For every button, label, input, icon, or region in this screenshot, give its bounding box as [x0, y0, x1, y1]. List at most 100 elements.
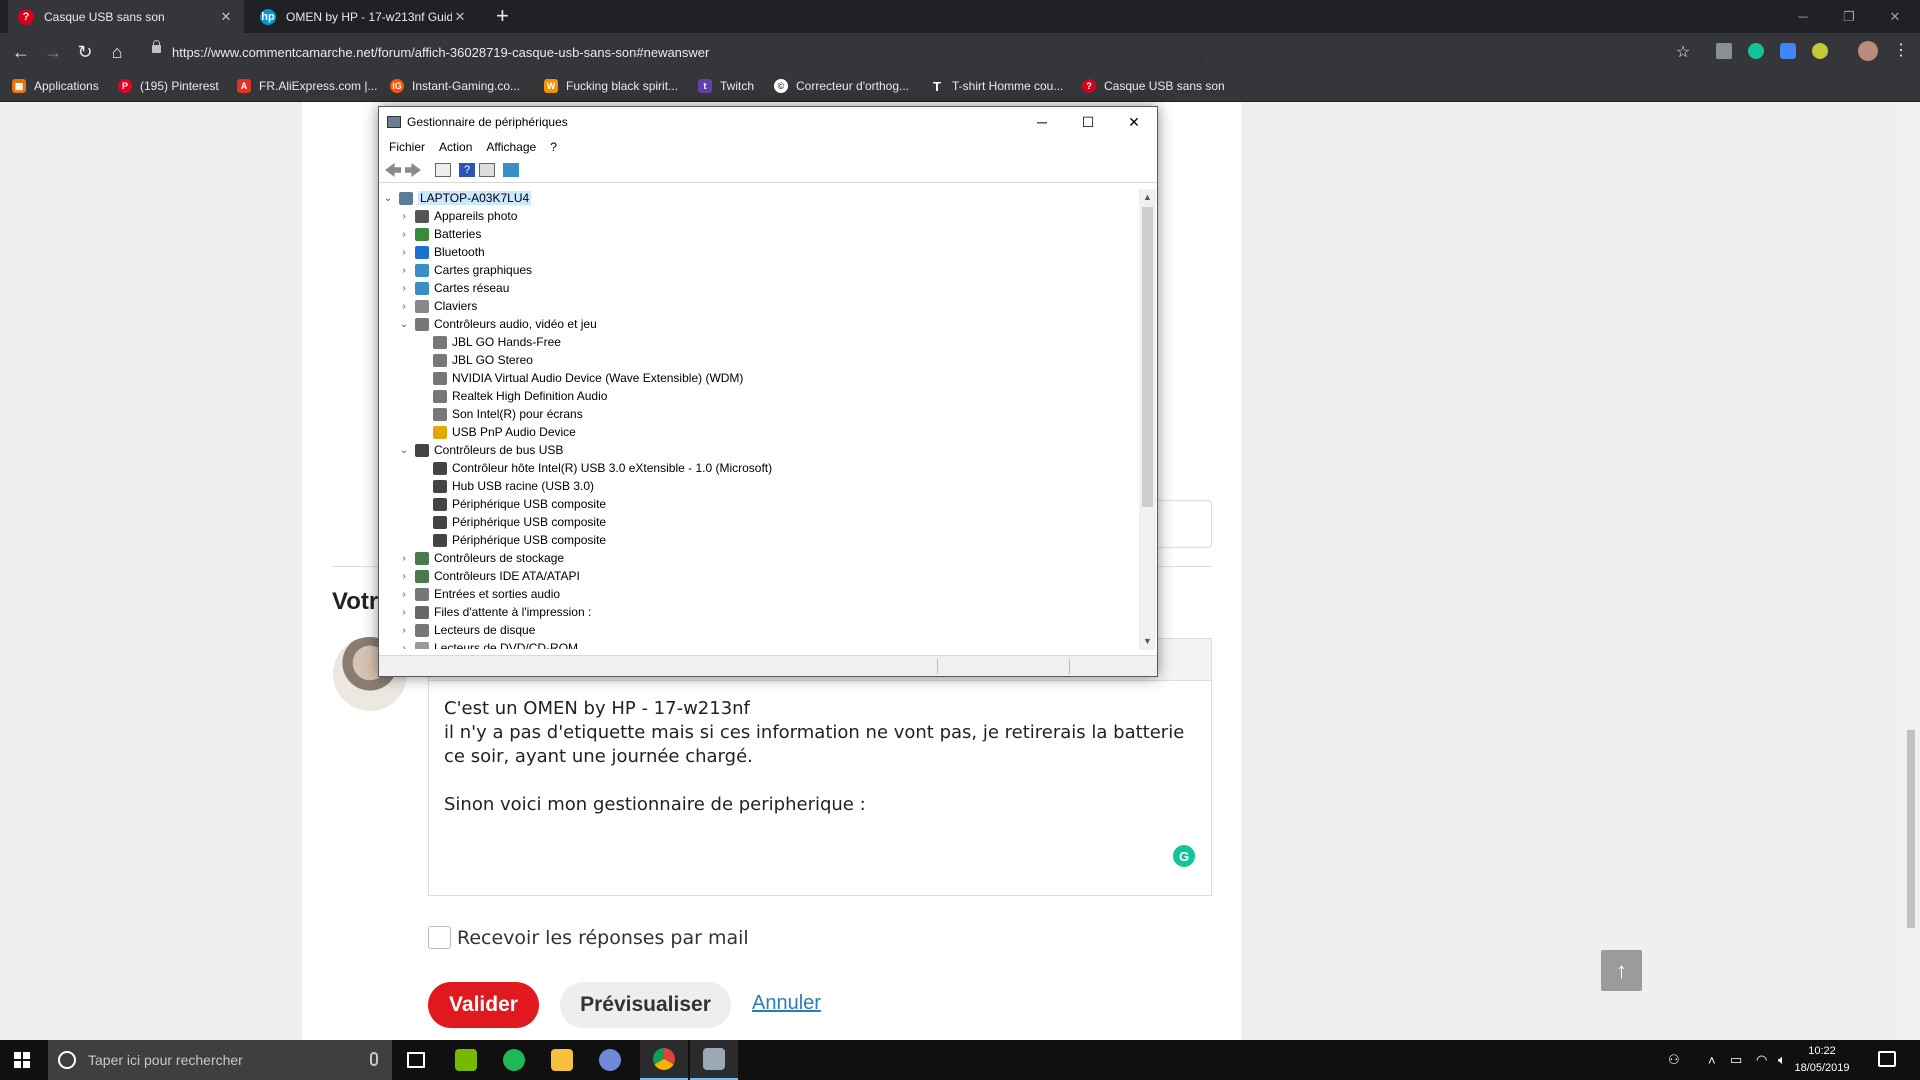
home-icon[interactable]: ⌂: [104, 40, 130, 64]
chevron-right-icon[interactable]: ›: [397, 553, 411, 564]
address-bar[interactable]: https://www.commentcamarche.net/forum/af…: [140, 37, 1680, 67]
scan-hardware-icon[interactable]: [503, 163, 519, 177]
submit-button[interactable]: Valider: [428, 982, 539, 1028]
scroll-up-icon[interactable]: ▲: [1139, 189, 1156, 205]
volume-icon[interactable]: 🔈︎: [1778, 1040, 1786, 1080]
email-notify-checkbox[interactable]: [428, 926, 451, 949]
taskbar-device-manager[interactable]: [690, 1040, 738, 1080]
cancel-link[interactable]: Annuler: [752, 992, 821, 1015]
minimize-window-button[interactable]: ─: [1780, 0, 1826, 33]
tab-casque-usb[interactable]: ? Casque USB sans son ✕: [8, 0, 244, 33]
new-tab-button[interactable]: +: [496, 4, 509, 28]
forward-arrow-icon[interactable]: →: [40, 40, 66, 64]
chevron-right-icon[interactable]: ›: [397, 283, 411, 294]
chevron-right-icon[interactable]: ›: [397, 247, 411, 258]
email-notify-row[interactable]: Recevoir les réponses par mail: [428, 926, 749, 949]
chevron-down-icon[interactable]: ⌄: [381, 193, 395, 204]
scroll-down-icon[interactable]: ▼: [1139, 633, 1156, 649]
device-item[interactable]: Périphérique USB composite: [415, 531, 606, 549]
windows-start-icon[interactable]: [14, 1052, 30, 1068]
device-item[interactable]: Périphérique USB composite: [415, 513, 606, 531]
chevron-right-icon[interactable]: ›: [397, 301, 411, 312]
device-category[interactable]: › Contrôleurs IDE ATA/ATAPI: [397, 567, 580, 585]
device-tree[interactable]: ⌄ LAPTOP-A03K7LU4 › Appareils photo › Batte…: [381, 189, 1137, 649]
forward-arrow-icon[interactable]: [405, 163, 421, 177]
reply-textarea[interactable]: C'est un OMEN by HP - 17-w213nf il n'y a…: [444, 697, 1204, 817]
device-item[interactable]: JBL GO Hands-Free: [415, 333, 561, 351]
back-arrow-icon[interactable]: ←: [8, 40, 34, 64]
chevron-down-icon[interactable]: ⌄: [397, 445, 411, 456]
bookmark-applications[interactable]: ▦ Applications: [12, 77, 99, 95]
dm-close-button[interactable]: ✕: [1111, 107, 1157, 137]
chevron-right-icon[interactable]: ›: [397, 589, 411, 600]
task-view-button[interactable]: [392, 1040, 440, 1080]
reload-icon[interactable]: ↻: [72, 40, 98, 64]
properties-icon[interactable]: [435, 163, 451, 177]
device-category[interactable]: › Claviers: [397, 297, 477, 315]
scrollbar-thumb[interactable]: [1907, 730, 1915, 928]
chevron-right-icon[interactable]: ›: [397, 571, 411, 582]
device-item[interactable]: Contrôleur hôte Intel(R) USB 3.0 eXtensi…: [415, 459, 772, 477]
device-item[interactable]: NVIDIA Virtual Audio Device (Wave Extens…: [415, 369, 743, 387]
download-extension-icon[interactable]: [1716, 43, 1732, 59]
device-item[interactable]: Son Intel(R) pour écrans: [415, 405, 583, 423]
people-icon[interactable]: ⚇: [1668, 1040, 1680, 1080]
chrome-menu-icon[interactable]: ⋮: [1893, 40, 1909, 60]
device-category[interactable]: › Lecteurs de disque: [397, 621, 535, 639]
star-bookmark-icon[interactable]: ☆: [1670, 40, 1696, 64]
taskbar-chrome[interactable]: [640, 1040, 688, 1080]
chevron-right-icon[interactable]: ›: [397, 643, 411, 650]
chevron-right-icon[interactable]: ›: [397, 265, 411, 276]
bookmark-tshirt[interactable]: T T-shirt Homme cou...: [930, 77, 1063, 95]
device-category[interactable]: › Bluetooth: [397, 243, 484, 261]
menu-action[interactable]: Action: [439, 140, 472, 154]
cortana-icon[interactable]: [58, 1051, 76, 1069]
battery-icon[interactable]: ▭: [1730, 1040, 1742, 1080]
restore-window-button[interactable]: ❐: [1826, 0, 1872, 33]
chevron-right-icon[interactable]: ›: [397, 625, 411, 636]
chevron-up-icon[interactable]: ˄: [1708, 1040, 1716, 1080]
device-item[interactable]: USB PnP Audio Device: [415, 423, 576, 441]
taskbar-search[interactable]: Taper ici pour rechercher: [48, 1040, 392, 1080]
device-item[interactable]: Périphérique USB composite: [415, 495, 606, 513]
device-category[interactable]: ⌄ Contrôleurs de bus USB: [397, 441, 564, 459]
grammarly-extension-icon[interactable]: [1748, 43, 1764, 59]
device-category[interactable]: › Cartes graphiques: [397, 261, 532, 279]
menu-fichier[interactable]: Fichier: [389, 140, 425, 154]
taskbar-file-explorer[interactable]: [538, 1040, 586, 1080]
taskbar-discord[interactable]: [586, 1040, 634, 1080]
close-tab-icon[interactable]: ✕: [218, 9, 234, 25]
close-window-button[interactable]: ✕: [1872, 0, 1918, 33]
chevron-right-icon[interactable]: ›: [397, 607, 411, 618]
device-category[interactable]: › Lecteurs de DVD/CD-ROM: [397, 639, 578, 649]
device-item[interactable]: JBL GO Stereo: [415, 351, 533, 369]
grammarly-icon[interactable]: G: [1173, 845, 1195, 867]
wifi-icon[interactable]: ◠: [1756, 1040, 1767, 1080]
dm-scrollbar-thumb[interactable]: [1142, 207, 1153, 507]
view-icon[interactable]: [479, 163, 495, 177]
bookmark-instant-gaming[interactable]: IG Instant-Gaming.co...: [390, 77, 520, 95]
bookmark-twitch[interactable]: t Twitch: [698, 77, 754, 95]
profile-avatar-icon[interactable]: [1858, 41, 1878, 61]
chrome-extension-icon[interactable]: [1812, 43, 1828, 59]
microphone-icon[interactable]: [370, 1052, 378, 1066]
device-category[interactable]: › Appareils photo: [397, 207, 517, 225]
notification-center-icon[interactable]: [1878, 1051, 1896, 1067]
device-category[interactable]: › Cartes réseau: [397, 279, 509, 297]
page-scrollbar[interactable]: [1902, 102, 1920, 1040]
tree-root[interactable]: ⌄ LAPTOP-A03K7LU4: [381, 189, 532, 207]
bookmark-pinterest[interactable]: P (195) Pinterest: [118, 77, 219, 95]
help-icon[interactable]: ?: [459, 163, 475, 177]
device-category[interactable]: › Batteries: [397, 225, 481, 243]
scroll-to-top-button[interactable]: ↑: [1601, 950, 1642, 991]
bookmark-correcteur[interactable]: © Correcteur d'orthog...: [774, 77, 909, 95]
chevron-down-icon[interactable]: ⌄: [397, 319, 411, 330]
chevron-right-icon[interactable]: ›: [397, 211, 411, 222]
dm-minimize-button[interactable]: ─: [1019, 107, 1065, 137]
bookmark-black-spirit[interactable]: W Fucking black spirit...: [544, 77, 678, 95]
device-category[interactable]: ⌄ Contrôleurs audio, vidéo et jeu: [397, 315, 597, 333]
close-tab-icon[interactable]: ✕: [452, 9, 468, 25]
taskbar-spotify[interactable]: [490, 1040, 538, 1080]
device-category[interactable]: › Files d'attente à l'impression :: [397, 603, 591, 621]
menu-help[interactable]: ?: [550, 140, 557, 154]
